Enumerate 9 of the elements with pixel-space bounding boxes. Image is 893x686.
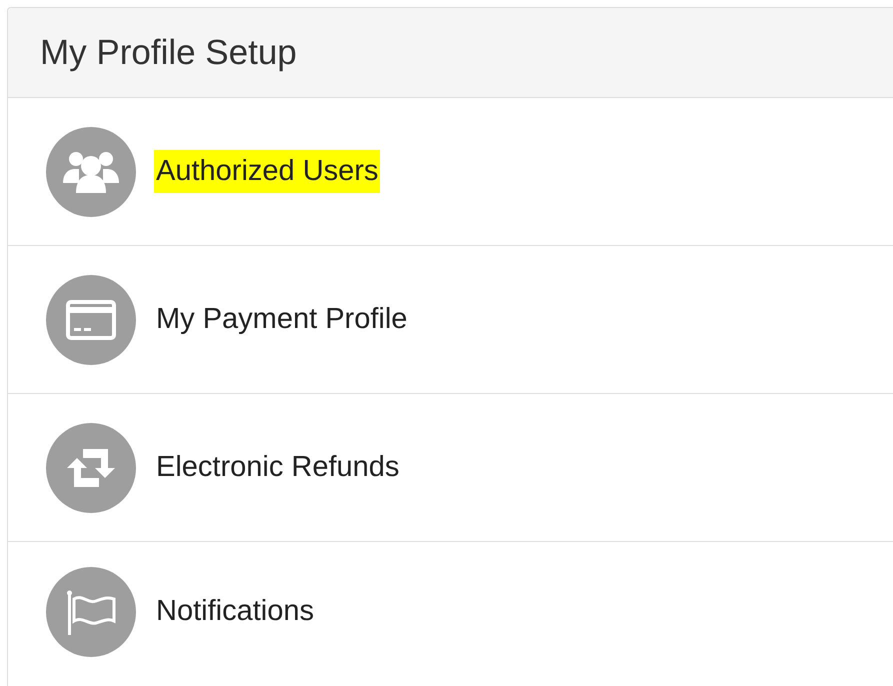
menu-link[interactable]: Electronic Refunds bbox=[154, 446, 402, 490]
flag-icon bbox=[46, 567, 136, 657]
users-icon bbox=[46, 126, 136, 216]
credit-card-icon bbox=[46, 274, 136, 364]
panel-title: My Profile Setup bbox=[40, 32, 297, 74]
menu-link[interactable]: My Payment Profile bbox=[154, 298, 410, 342]
exchange-arrows-icon bbox=[46, 422, 136, 512]
menu-link[interactable]: Authorized Users bbox=[154, 150, 380, 194]
menu-link[interactable]: Notifications bbox=[154, 590, 316, 634]
